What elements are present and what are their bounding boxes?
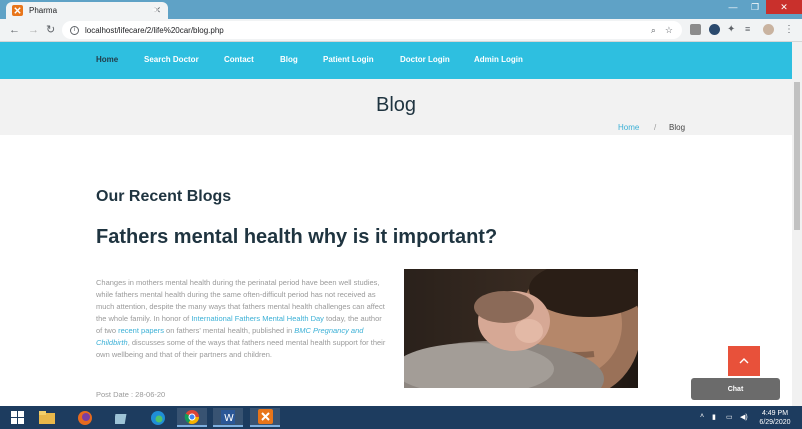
- chevron-up-icon: [739, 358, 749, 364]
- extension-cube-icon[interactable]: [690, 24, 701, 35]
- site-navbar: Home Search Doctor Contact Blog Patient …: [0, 42, 792, 79]
- scroll-to-top-button[interactable]: [728, 346, 760, 376]
- nav-admin-login-link[interactable]: Admin Login: [474, 55, 523, 64]
- tray-chevron-icon[interactable]: ˄: [700, 413, 704, 420]
- chrome-icon[interactable]: [177, 408, 207, 427]
- windows-start-icon[interactable]: [2, 408, 32, 427]
- new-tab-button[interactable]: +: [152, 2, 160, 17]
- file-explorer-icon[interactable]: [32, 408, 62, 427]
- edge-icon[interactable]: [143, 408, 173, 427]
- restore-icon[interactable]: ❐: [744, 0, 766, 14]
- bookmark-star-icon[interactable]: ☆: [665, 25, 673, 36]
- profile-avatar[interactable]: [763, 24, 774, 35]
- scrollbar-thumb[interactable]: [794, 82, 800, 230]
- app-icon[interactable]: [107, 408, 137, 427]
- battery-icon[interactable]: ▭: [726, 413, 733, 421]
- section-heading: Our Recent Blogs: [96, 188, 232, 205]
- reload-icon[interactable]: ↻: [46, 23, 55, 37]
- breadcrumb-home-link[interactable]: Home: [618, 123, 639, 132]
- nav-doctor-login-link[interactable]: Doctor Login: [400, 55, 450, 64]
- extension-clock-icon[interactable]: [709, 24, 720, 35]
- browser-toolbar: ← → ↻ i localhost/lifecare/2/life%20car/…: [0, 19, 802, 42]
- tab-title: Pharma: [29, 6, 58, 15]
- taskbar-clock[interactable]: 4:49 PM 6/29/2020: [752, 409, 798, 427]
- window-close-icon[interactable]: ✕: [766, 0, 802, 14]
- xampp-favicon-icon: [12, 5, 23, 16]
- clock-date: 6/29/2020: [759, 419, 791, 426]
- nav-search-doctor-link[interactable]: Search Doctor: [144, 55, 199, 64]
- minimize-icon[interactable]: —: [722, 0, 744, 14]
- post-date: Post Date : 28-06-20: [96, 390, 166, 399]
- nav-patient-login-link[interactable]: Patient Login: [323, 55, 374, 64]
- page-banner: Blog Home / Blog: [0, 79, 792, 135]
- recent-papers-link[interactable]: recent papers: [118, 326, 164, 335]
- breadcrumb-current: Blog: [669, 123, 686, 132]
- network-icon[interactable]: ▮: [712, 413, 716, 421]
- post-excerpt: Changes in mothers mental health during …: [96, 277, 388, 361]
- zoom-search-icon[interactable]: ⌕: [651, 25, 656, 36]
- reading-list-icon[interactable]: ≡: [745, 24, 756, 35]
- svg-text:W: W: [224, 413, 234, 424]
- post-text: , discusses some of the ways that father…: [96, 338, 386, 359]
- post-text: on fathers' mental health, published in: [163, 326, 295, 335]
- father-baby-photo: [404, 269, 638, 388]
- url-text[interactable]: localhost/lifecare/2/life%20car/blog.php: [85, 26, 651, 35]
- address-bar[interactable]: i localhost/lifecare/2/life%20car/blog.p…: [62, 21, 682, 39]
- page-title: Blog: [375, 94, 417, 116]
- post-title[interactable]: Fathers mental health why is it importan…: [96, 226, 497, 249]
- forward-arrow-icon[interactable]: →: [28, 23, 39, 37]
- firefox-icon[interactable]: [70, 408, 100, 427]
- nav-contact-link[interactable]: Contact: [224, 55, 254, 64]
- browser-tab[interactable]: Pharma ✕: [6, 2, 168, 19]
- word-icon[interactable]: W: [213, 408, 243, 427]
- volume-icon[interactable]: ◀): [740, 413, 748, 421]
- chat-button[interactable]: Chat: [691, 378, 780, 400]
- browser-titlebar: Pharma ✕ + — ❐ ✕: [0, 0, 802, 19]
- extensions-puzzle-icon[interactable]: ✦: [727, 24, 738, 35]
- page-scrollbar[interactable]: [792, 42, 802, 406]
- nav-home-link[interactable]: Home: [96, 55, 118, 64]
- breadcrumb-separator: /: [654, 123, 657, 132]
- xampp-icon[interactable]: [250, 408, 280, 427]
- windows-taskbar: W ˄ ▮ ▭ ◀) 4:49 PM 6/29/2020: [0, 406, 802, 429]
- fathers-day-link[interactable]: International Fathers Mental Health Day: [191, 314, 324, 323]
- nav-blog-link[interactable]: Blog: [280, 55, 298, 64]
- back-arrow-icon[interactable]: ←: [9, 23, 20, 37]
- window-controls: — ❐ ✕: [722, 0, 802, 19]
- menu-kebab-icon[interactable]: ⋮: [784, 24, 795, 35]
- clock-time: 4:49 PM: [761, 410, 789, 417]
- site-info-icon[interactable]: i: [70, 25, 79, 35]
